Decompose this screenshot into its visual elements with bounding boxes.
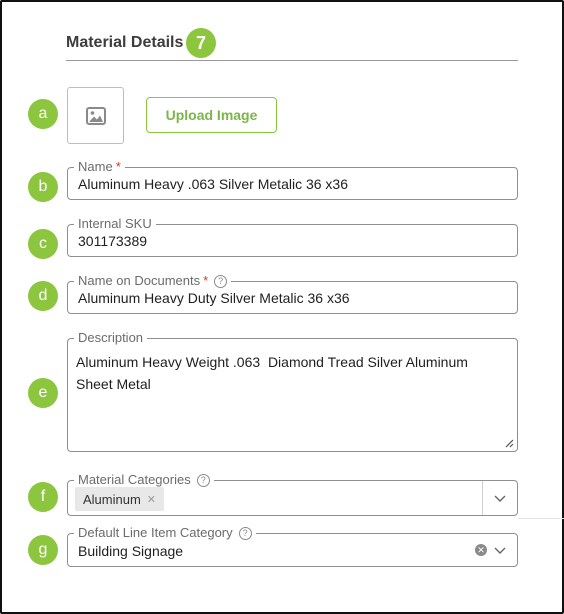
question-circle-icon[interactable]: ? [214, 274, 228, 288]
chevron-down-icon[interactable] [493, 543, 507, 557]
clear-icon[interactable]: ✕ [475, 544, 487, 556]
categories-label: Material Categories [78, 472, 191, 487]
doc-name-value[interactable]: Aluminum Heavy Duty Silver Metalic 36 x3… [78, 290, 350, 306]
name-label: Name [78, 159, 113, 174]
title-divider [66, 60, 518, 61]
description-value[interactable]: Aluminum Heavy Weight .063 Diamond Tread… [76, 351, 506, 395]
section-title: Material Details [66, 34, 184, 51]
material-details-panel: Material Details 7 a Upload Image b Name… [0, 0, 564, 614]
question-circle-icon[interactable]: ? [196, 473, 210, 487]
step-badge: 7 [186, 28, 216, 58]
description-label: Description [78, 330, 144, 345]
name-field[interactable]: Name * Aluminum Heavy .063 Silver Metali… [67, 159, 518, 200]
line-item-label: Default Line Item Category [78, 525, 233, 540]
material-categories-select[interactable]: Material Categories ? Aluminum ✕ [67, 472, 518, 516]
sku-legend: Internal SKU [74, 216, 156, 232]
categories-legend: Material Categories ? [74, 472, 214, 488]
description-textarea[interactable]: Description Aluminum Heavy Weight .063 D… [67, 330, 518, 452]
sku-label: Internal SKU [78, 216, 152, 231]
required-asterisk: * [203, 273, 209, 288]
chip-label: Aluminum [83, 491, 141, 507]
default-line-item-category-select[interactable]: Default Line Item Category ? Building Si… [67, 525, 518, 567]
category-chip[interactable]: Aluminum ✕ [75, 487, 165, 511]
marker-g: g [28, 535, 58, 565]
remove-chip-icon[interactable]: ✕ [147, 493, 156, 506]
doc-name-legend: Name on Documents * ? [74, 273, 232, 289]
description-legend: Description [74, 330, 148, 346]
required-asterisk: * [115, 159, 121, 174]
line-item-value[interactable]: Building Signage [78, 543, 183, 559]
image-icon [85, 106, 106, 125]
doc-name-label: Name on Documents [78, 273, 201, 288]
name-legend: Name * [74, 159, 125, 175]
question-circle-icon[interactable]: ? [238, 526, 252, 540]
marker-a: a [28, 99, 58, 129]
dropdown-divider [482, 481, 483, 515]
image-preview[interactable] [67, 87, 124, 144]
chevron-down-icon[interactable] [493, 491, 507, 505]
upload-image-button[interactable]: Upload Image [146, 97, 277, 133]
marker-c: c [28, 229, 58, 259]
sku-value[interactable]: 301173389 [78, 233, 147, 249]
name-on-documents-field[interactable]: Name on Documents * ? Aluminum Heavy Dut… [67, 273, 518, 314]
line-item-legend: Default Line Item Category ? [74, 525, 256, 541]
resize-handle-icon[interactable] [505, 439, 514, 448]
marker-f: f [28, 482, 58, 512]
internal-sku-field[interactable]: Internal SKU 301173389 [67, 216, 518, 257]
marker-d: d [28, 281, 58, 311]
name-value[interactable]: Aluminum Heavy .063 Silver Metalic 36 x3… [78, 176, 348, 192]
marker-e: e [28, 378, 58, 408]
marker-b: b [28, 172, 58, 202]
divider [518, 518, 564, 519]
